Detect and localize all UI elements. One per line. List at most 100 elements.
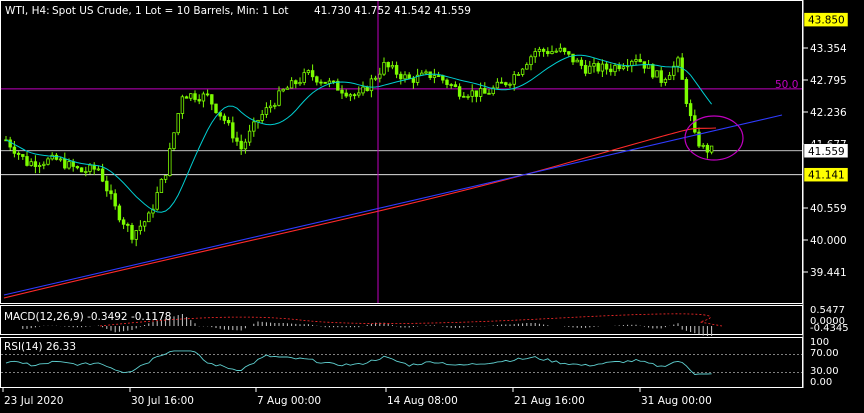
- candle-body: [58, 158, 63, 161]
- candle-body: [436, 75, 441, 77]
- candle-body: [247, 130, 252, 143]
- candle-body: [554, 50, 558, 53]
- candle-body: [252, 121, 256, 132]
- candle-body: [117, 205, 122, 221]
- candle-body: [621, 66, 626, 70]
- candle-body: [298, 82, 302, 85]
- candle-body: [121, 219, 126, 225]
- candle-body: [604, 63, 609, 70]
- candle-body: [306, 70, 311, 74]
- candle-body: [617, 65, 621, 70]
- candle-body: [37, 165, 42, 167]
- candle-body: [378, 73, 382, 79]
- trading-chart[interactable]: WTI, H4: Spot US Crude, 1 Lot = 10 Barre…: [0, 0, 864, 413]
- candle-body: [609, 68, 613, 73]
- candle-body: [390, 65, 395, 68]
- time-tick-label: 31 Aug 00:00: [641, 395, 712, 407]
- candle-body: [407, 74, 411, 79]
- candle-body: [16, 152, 21, 155]
- time-tick-label: 7 Aug 00:00: [257, 395, 321, 407]
- candle-body: [558, 47, 563, 52]
- rsi-line: [1, 350, 802, 375]
- candle-body: [210, 94, 214, 105]
- candle-body: [67, 161, 71, 169]
- candle-body: [319, 81, 323, 84]
- candle-body: [142, 221, 147, 227]
- candle-body: [567, 51, 571, 55]
- candle-body: [277, 90, 281, 106]
- trendline-line[interactable]: [3, 114, 783, 296]
- candle-body: [357, 92, 361, 96]
- candle-body: [512, 74, 516, 85]
- macd-axis: 0.54770.0000-0.4345: [810, 305, 849, 334]
- candle-body: [126, 223, 130, 226]
- candle-body: [504, 82, 508, 86]
- candle-body: [63, 158, 67, 169]
- candle-body: [705, 144, 710, 153]
- candle-body: [344, 92, 348, 97]
- candle-body: [562, 47, 567, 53]
- rsi-tick-label: 100: [810, 337, 829, 348]
- candle-body: [592, 63, 596, 67]
- price-marker-label: 41.141: [808, 170, 845, 182]
- candle-body: [109, 190, 113, 195]
- symbol-description: Spot US Crude, 1 Lot = 10 Barrels, Min: …: [52, 5, 289, 17]
- highlight-ellipse[interactable]: [684, 115, 744, 161]
- candle-body: [285, 87, 290, 90]
- candle-body: [365, 86, 369, 92]
- candle-body: [159, 178, 164, 193]
- candle-body: [331, 80, 336, 83]
- candle-body: [483, 88, 487, 94]
- candle-body: [701, 144, 705, 147]
- candle-body: [327, 80, 332, 84]
- macd-tick-label: 0.5477: [810, 305, 845, 316]
- candle-body: [457, 86, 462, 97]
- candle-body: [176, 113, 180, 134]
- candle-body: [75, 166, 80, 169]
- rsi-tick-label: 70.00: [810, 348, 839, 359]
- candle-body: [239, 140, 243, 150]
- candle-body: [348, 94, 353, 97]
- candle-body: [403, 74, 407, 80]
- candle-body: [231, 122, 235, 139]
- candle-body: [672, 65, 676, 76]
- symbol-label: WTI, H4:: [5, 5, 50, 17]
- candle-body: [466, 95, 470, 98]
- candle-body: [201, 93, 206, 102]
- candle-body: [294, 80, 298, 85]
- candle-body: [613, 65, 617, 73]
- candle-body: [634, 59, 638, 62]
- rsi-tick-label: 30.00: [810, 366, 839, 377]
- candle-body: [88, 164, 92, 172]
- candle-body: [243, 141, 248, 150]
- price-axis[interactable]: 43.35442.79542.23641.67740.55940.00039.4…: [803, 12, 849, 279]
- candle-body: [323, 81, 327, 84]
- candle-body: [226, 120, 231, 124]
- price-tick-label: 40.000: [810, 235, 847, 247]
- candle-body: [445, 79, 449, 85]
- candle-body: [495, 81, 500, 89]
- candle-body: [163, 175, 168, 180]
- candle-body: [541, 48, 546, 52]
- time-tick-label: 14 Aug 08:00: [387, 395, 458, 407]
- candle-body: [25, 156, 29, 166]
- candle-body: [663, 78, 668, 83]
- candle-body: [508, 83, 512, 86]
- candle-body: [21, 154, 25, 157]
- candle-body: [29, 161, 33, 166]
- trendline[interactable]: [3, 114, 783, 296]
- candle-body: [172, 132, 176, 149]
- time-axis: 23 Jul 2020 30 Jul 16:00 7 Aug 00:00 14 Aug…: [2, 388, 712, 407]
- macd-signal-line: [99, 313, 723, 327]
- candle-body: [193, 93, 197, 100]
- horizontal-lines[interactable]: [1, 150, 802, 176]
- candle-body: [474, 90, 479, 97]
- candle-body: [411, 78, 416, 83]
- candle-body: [96, 168, 101, 171]
- candle-body: [369, 78, 374, 92]
- candle-body: [268, 105, 273, 109]
- candle-body: [533, 51, 537, 58]
- candle-body: [138, 225, 143, 231]
- candle-body: [709, 145, 714, 153]
- candle-body: [155, 192, 159, 210]
